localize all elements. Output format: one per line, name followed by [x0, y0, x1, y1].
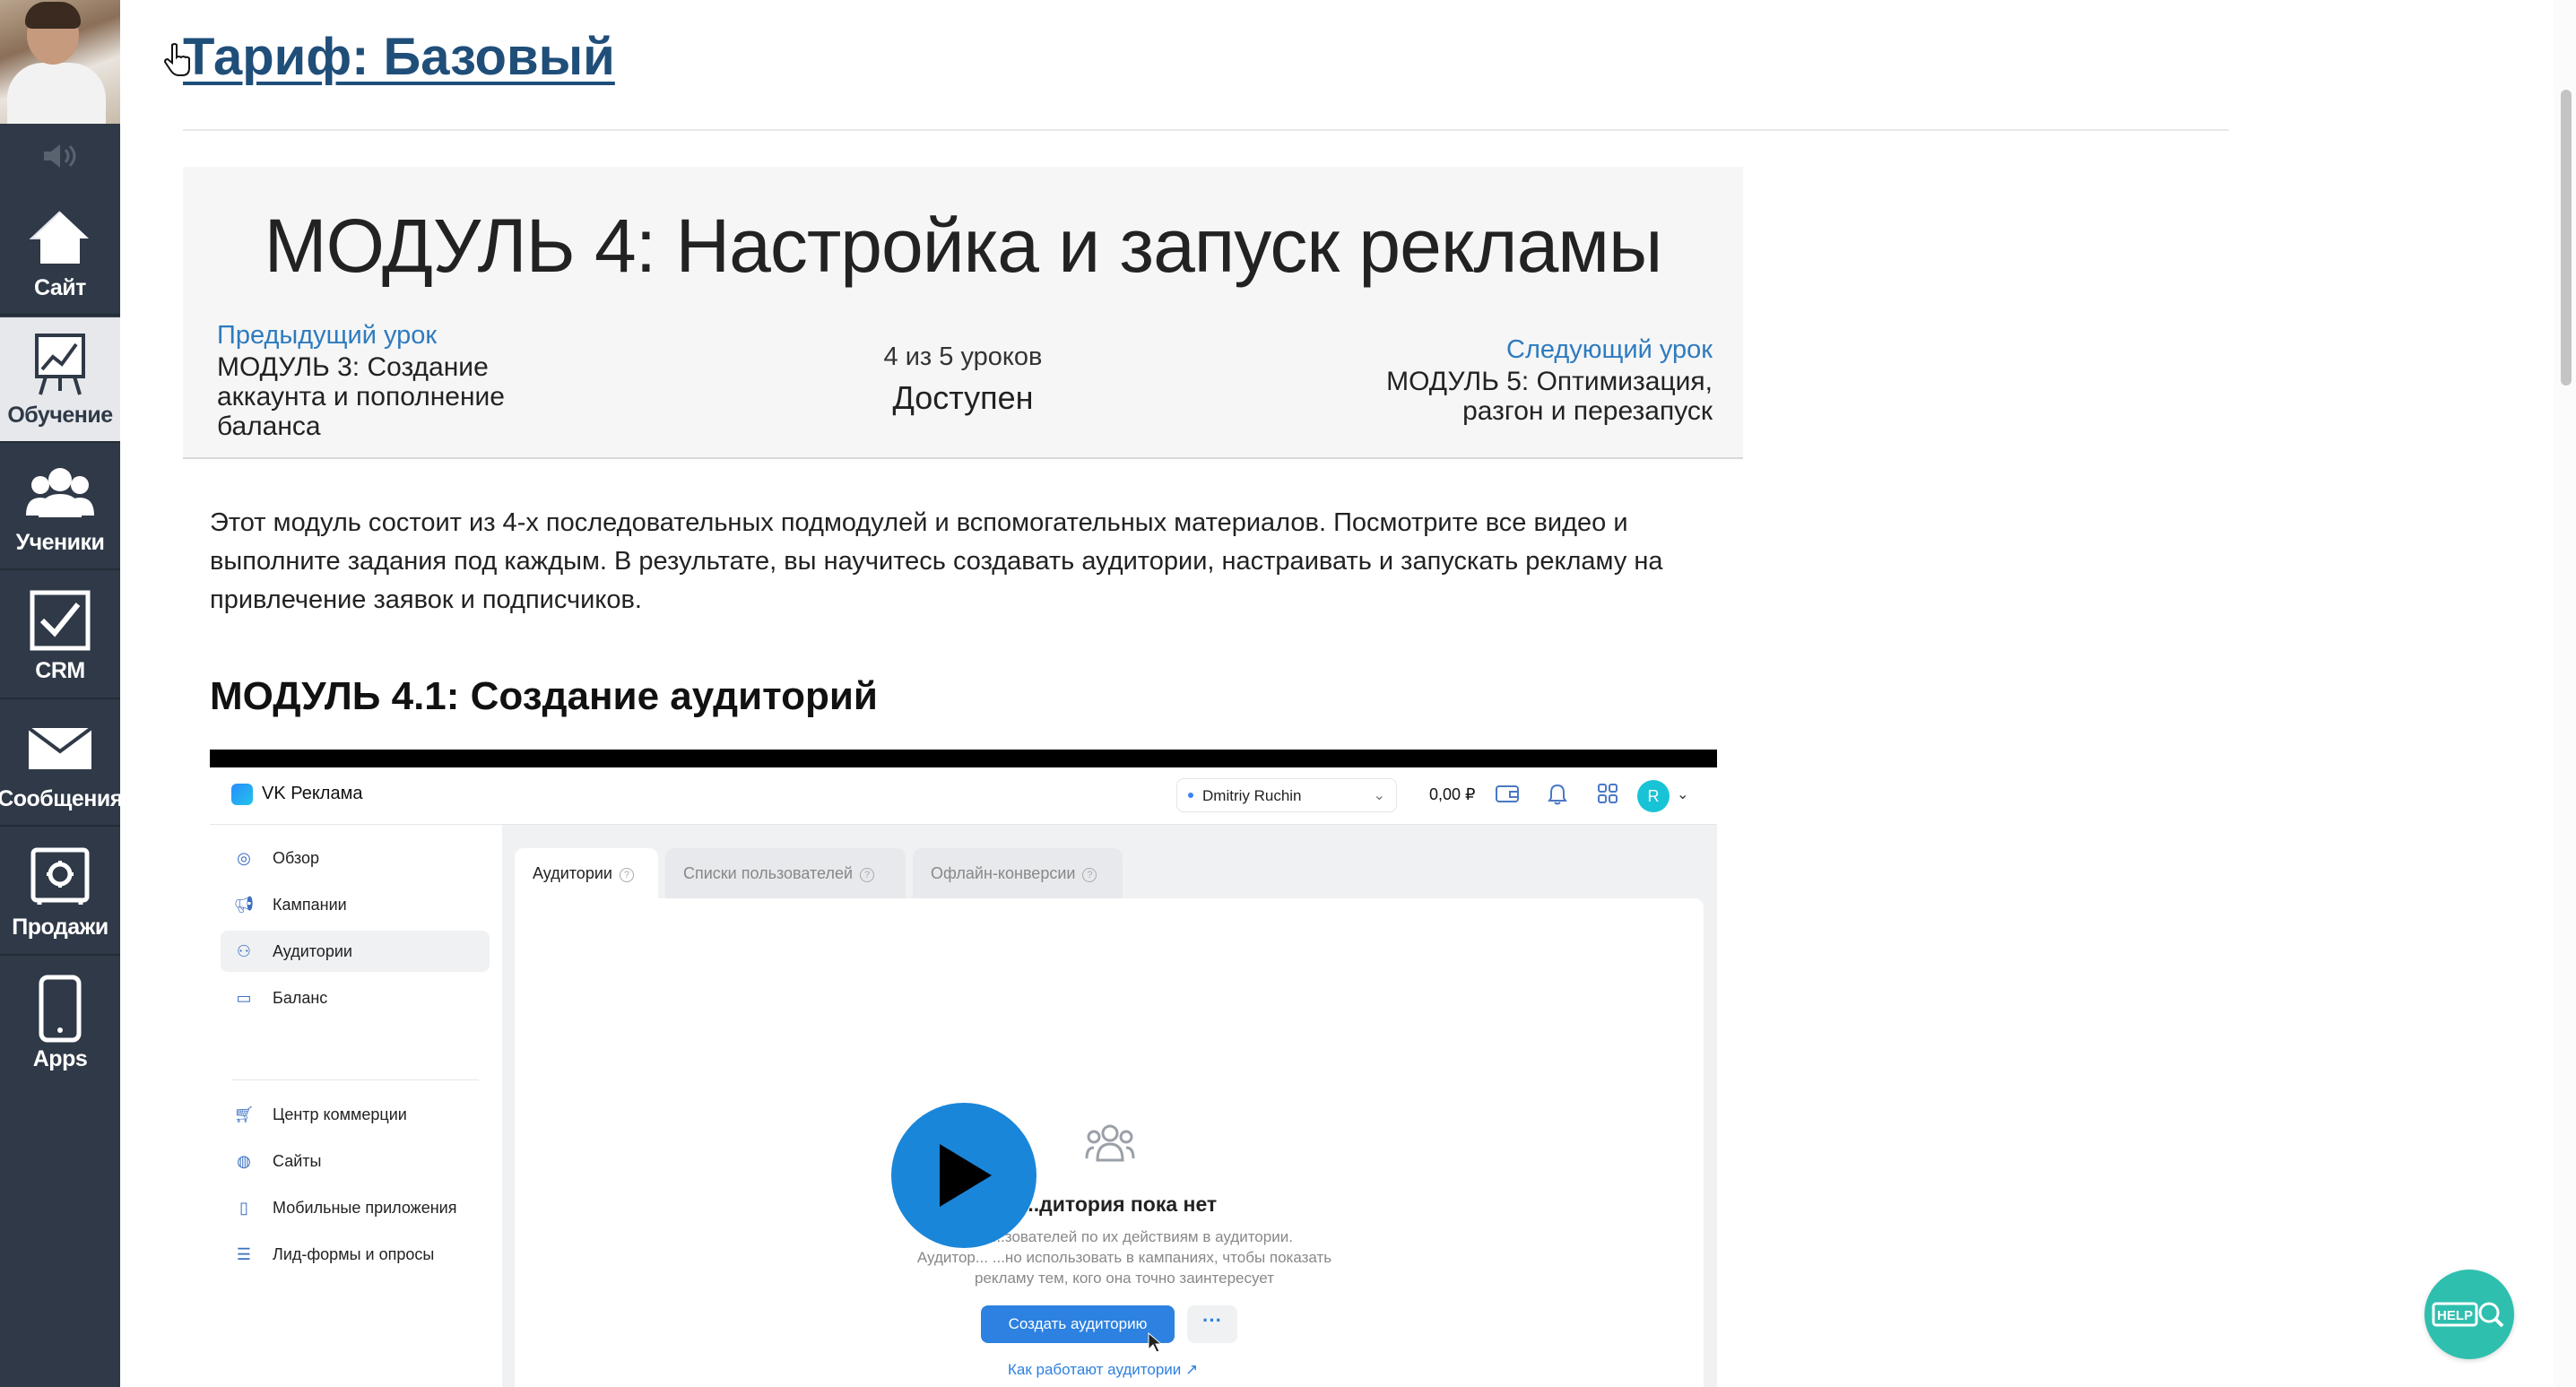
video-player[interactable]: VK Реклама Dmitriy Ruchin ⌄ 0,00 ₽ R ⌄ ◎… [210, 750, 1717, 1387]
submodule-heading: МОДУЛЬ 4.1: Создание аудиторий [210, 674, 878, 718]
title-divider [183, 129, 2229, 131]
vk-empty-title: ...дитория пока нет [1022, 1192, 1218, 1216]
users-icon [26, 458, 94, 526]
vk-nav-item: ◍ Сайты [221, 1140, 490, 1182]
help-search-icon: HELP [2432, 1302, 2504, 1328]
wallet-icon: ▭ [236, 989, 252, 1007]
vk-user-name: Dmitriy Ruchin [1202, 787, 1302, 804]
play-icon [940, 1144, 992, 1207]
vk-more-button: ··· [1187, 1305, 1237, 1343]
vk-tab: Офлайн-конверсии? [913, 848, 1123, 898]
checkbox-icon [26, 586, 94, 654]
chart-board-icon [26, 331, 94, 399]
next-lesson-name: МОДУЛЬ 5: Оптимизация, разгон и перезапу… [1386, 367, 1713, 426]
chevron-down-icon: ⌄ [1677, 787, 1689, 802]
phone-icon [26, 975, 94, 1043]
vk-nav-item: 🛒︎ Центр коммерции [233, 1105, 407, 1123]
sidebar-item-label: CRM [35, 657, 85, 683]
vk-how-link: Как работают аудитории ↗ [1008, 1361, 1199, 1378]
sidebar-item-label: Ученики [15, 529, 105, 555]
help-circle-icon: ? [1082, 868, 1097, 882]
vk-tab: Списки пользователей? [665, 848, 906, 898]
compass-icon: ◎ [237, 849, 251, 867]
vk-nav-item: ▯ Мобильные приложения [221, 1187, 490, 1228]
vk-user-avatar: R [1637, 780, 1670, 812]
form-icon: ☰ [236, 1245, 252, 1263]
wallet-icon [1496, 784, 1519, 807]
avatar[interactable] [0, 0, 120, 124]
home-icon [26, 204, 94, 272]
next-lesson-link[interactable]: Следующий урок [1354, 335, 1713, 365]
speaker-icon[interactable] [0, 124, 120, 188]
mail-icon [26, 715, 94, 783]
next-lesson[interactable]: Следующий урок МОДУЛЬ 5: Оптимизация, ра… [1354, 335, 1713, 426]
sidebar-item-learning[interactable]: Обучение [0, 317, 120, 443]
bell-icon [1546, 784, 1569, 807]
grid-icon [1596, 784, 1619, 807]
cart-icon: 🛒︎ [233, 1105, 255, 1123]
sidebar-item-sales[interactable]: Продажи [0, 828, 120, 956]
megaphone-icon: 📢︎ [233, 896, 255, 914]
vk-nav-item: ☰ Лид-формы и опросы [221, 1234, 490, 1275]
vk-nav-item: ▭ Баланс [221, 977, 490, 1019]
vk-divider [231, 1079, 479, 1080]
help-label: HELP [2437, 1308, 2473, 1323]
vk-topbar: VK Реклама Dmitriy Ruchin ⌄ 0,00 ₽ R ⌄ [210, 767, 1717, 825]
module-title: МОДУЛЬ 4: Настройка и запуск рекламы [264, 204, 1663, 288]
module-header-panel: МОДУЛЬ 4: Настройка и запуск рекламы Пре… [183, 167, 1743, 459]
audience-icon: ⚇ [236, 942, 252, 960]
sidebar-item-messages[interactable]: Сообщения [0, 701, 123, 827]
vk-create-audience-button: Создать аудиторию [981, 1305, 1175, 1343]
vk-nav-item: 📢︎ Кампании [233, 896, 347, 914]
scroll-thumb[interactable] [2561, 90, 2572, 386]
vk-tab: Аудитории? [515, 848, 658, 898]
vk-brand: VK Реклама [262, 784, 363, 803]
play-button[interactable] [891, 1103, 1036, 1248]
page-root: Сайт Обучение Ученики CRM Сообщения Прод… [0, 0, 2576, 1387]
vk-balance: 0,00 ₽ [1429, 785, 1476, 803]
vk-account-select: Dmitriy Ruchin ⌄ [1176, 778, 1397, 812]
chevron-down-icon: ⌄ [1373, 788, 1385, 803]
sidebar-item-label: Apps [32, 1045, 88, 1071]
sidebar-item-label: Продажи [12, 914, 108, 940]
left-sidebar: Сайт Обучение Ученики CRM Сообщения Прод… [0, 0, 123, 1387]
audience-icon [1085, 1124, 1135, 1162]
sidebar-item-site[interactable]: Сайт [0, 190, 120, 316]
help-circle-icon: ? [619, 868, 634, 882]
sidebar-item-label: Обучение [7, 402, 113, 428]
sidebar-item-label: Сообщения [0, 785, 123, 811]
mobile-icon: ▯ [239, 1199, 248, 1217]
globe-icon: ◍ [237, 1152, 251, 1170]
mouse-cursor-icon [1148, 1332, 1162, 1353]
help-button[interactable]: HELP [2424, 1270, 2514, 1359]
sidebar-item-label: Сайт [34, 274, 86, 300]
vk-nav-item: ⚇ Аудитории [221, 931, 490, 972]
vk-sidebar: ◎ Обзор 📢︎ Кампании ⚇ Аудитории ▭ Баланс 🛒︎ Ц… [210, 825, 502, 1387]
page-scrollbar[interactable] [2554, 0, 2576, 1387]
page-title[interactable]: Тариф: Базовый [183, 27, 615, 87]
sidebar-item-students[interactable]: Ученики [0, 445, 120, 570]
sidebar-item-crm[interactable]: CRM [0, 572, 120, 699]
vk-logo-icon [231, 784, 253, 805]
vk-nav-item: ◎ Обзор [221, 837, 490, 879]
sidebar-item-apps[interactable]: Apps [0, 958, 120, 1088]
help-circle-icon: ? [860, 868, 875, 882]
module-description: Этот модуль состоит из 4-х последователь… [210, 508, 1663, 614]
safe-icon [26, 843, 94, 911]
